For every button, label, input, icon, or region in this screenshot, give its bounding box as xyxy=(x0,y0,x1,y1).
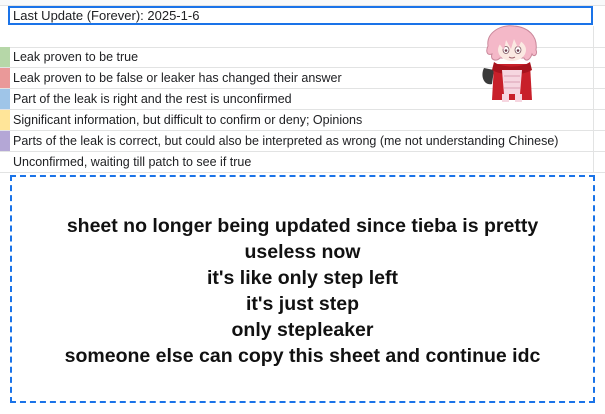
legend-label: Leak proven to be false or leaker has ch… xyxy=(13,71,342,85)
legend-label: Unconfirmed, waiting till patch to see i… xyxy=(13,155,252,169)
legend-swatch-white xyxy=(0,152,10,172)
sticker-svg xyxy=(482,25,537,102)
last-update-cell[interactable]: Last Update (Forever): 2025-1-6 xyxy=(8,6,593,25)
note-line: it's like only step left xyxy=(206,267,399,289)
legend-label: Parts of the leak is correct, but could … xyxy=(13,134,559,148)
legend-row-ambiguous[interactable]: Parts of the leak is correct, but could … xyxy=(0,131,605,152)
legend-label: Significant information, but difficult t… xyxy=(13,113,363,127)
legend-row-unconfirmed[interactable]: Unconfirmed, waiting till patch to see i… xyxy=(0,152,605,173)
legend-swatch-yellow xyxy=(0,110,10,130)
note-text: sheet no longer being updated since tieb… xyxy=(12,213,593,369)
legend-swatch-purple xyxy=(0,131,10,151)
note-line: it's just step xyxy=(246,293,359,315)
legend-label: Leak proven to be true xyxy=(13,50,139,64)
legend-row-significant[interactable]: Significant information, but difficult t… xyxy=(0,110,605,131)
chibi-character-sticker-icon[interactable] xyxy=(480,24,544,102)
legend-swatch-green xyxy=(0,47,10,67)
legend-swatch-blue xyxy=(0,89,10,109)
note-box[interactable]: sheet no longer being updated since tieb… xyxy=(10,175,595,403)
legend-label: Part of the leak is right and the rest i… xyxy=(13,92,292,106)
spreadsheet: Last Update (Forever): 2025-1-6 Leak pro… xyxy=(0,0,605,414)
note-line: someone else can copy this sheet and con… xyxy=(64,345,541,367)
note-line: useless now xyxy=(244,241,361,263)
note-line: sheet no longer being updated since tieb… xyxy=(66,215,539,237)
note-line: only stepleaker xyxy=(231,319,374,341)
legend-swatch-red xyxy=(0,68,10,88)
